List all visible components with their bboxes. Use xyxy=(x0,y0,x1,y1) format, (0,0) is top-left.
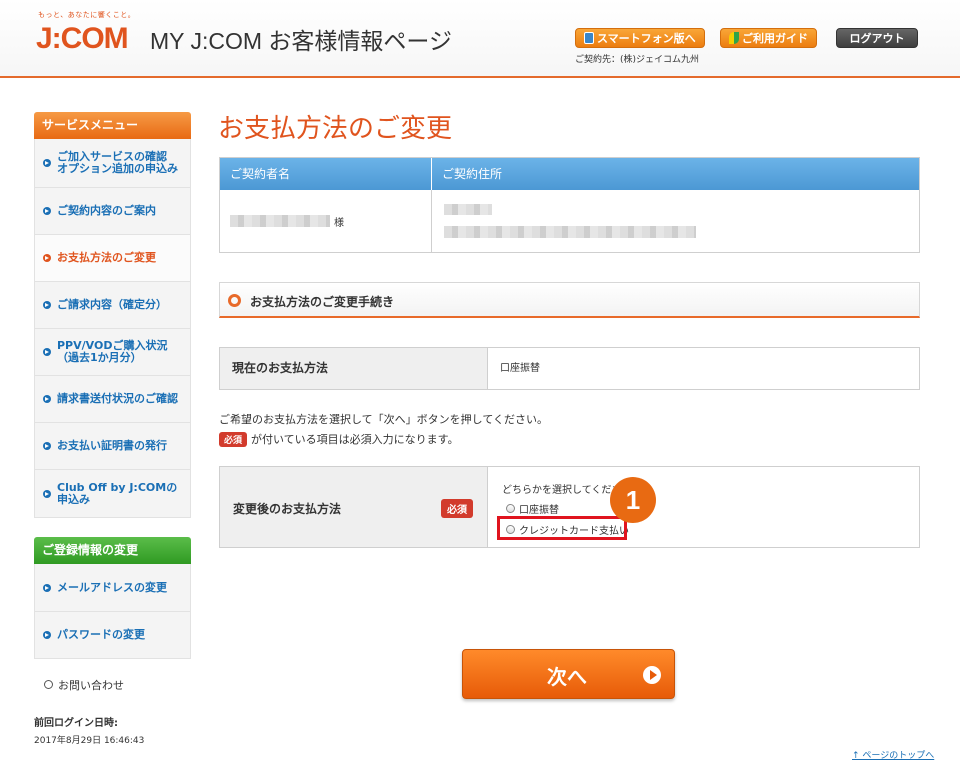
sidebar-item-label: ご請求内容（確定分） xyxy=(57,298,167,311)
radio-button[interactable] xyxy=(506,504,515,513)
redacted-address-line-2 xyxy=(444,226,696,238)
new-method-options: どちらかを選択してください 口座振替 クレジットカード支払い xyxy=(488,467,919,547)
logout-button-label: ログアウト xyxy=(849,32,905,45)
sidebar-item-email-change[interactable]: メールアドレスの変更 xyxy=(34,564,191,612)
sidebar-item-label-2: （過去1か月分） xyxy=(57,351,142,364)
new-method-table: 変更後のお支払方法 必須 どちらかを選択してください 口座振替 クレジットカード… xyxy=(219,466,920,548)
sidebar-item-label: Club Off by J:COMの xyxy=(57,480,178,494)
guide-button-label: ご利用ガイド xyxy=(742,32,808,45)
new-method-label-cell: 変更後のお支払方法 必須 xyxy=(220,467,488,547)
contract-provider-note: ご契約先：(株)ジェイコム九州 xyxy=(575,55,700,65)
site-title: MY J:COM お客様情報ページ xyxy=(150,28,452,54)
last-login-value: 2017年8月29日 16:46:43 xyxy=(34,736,145,746)
smartphone-button-label: スマートフォン版へ xyxy=(597,32,696,45)
sidebar-item-label-2: オプション追加の申込み xyxy=(57,162,178,175)
redacted-name xyxy=(230,215,330,227)
sidebar-item-label: お支払方法のご変更 xyxy=(57,251,156,264)
usage-guide-button[interactable]: ご利用ガイド xyxy=(720,28,817,48)
current-method-table: 現在のお支払方法 口座振替 xyxy=(219,347,920,390)
contract-name-header: ご契約者名 xyxy=(220,158,432,190)
next-button[interactable]: 次へ xyxy=(462,649,675,699)
registration-menu-heading: ご登録情報の変更 xyxy=(34,537,191,564)
new-method-label: 変更後のお支払方法 xyxy=(233,502,342,516)
contract-info-table: ご契約者名 ご契約住所 様 xyxy=(219,157,920,253)
name-suffix: 様 xyxy=(334,218,344,229)
sidebar: サービスメニュー ご加入サービスの確認 オプション追加の申込み ご契約内容のご案内… xyxy=(34,112,191,659)
contract-name-cell: 様 xyxy=(220,190,432,252)
smartphone-version-button[interactable]: スマートフォン版へ xyxy=(575,28,705,48)
sidebar-item-payment-certificate[interactable]: お支払い証明書の発行 xyxy=(34,423,191,470)
sidebar-item-label: お支払い証明書の発行 xyxy=(57,439,167,452)
sidebar-item-club-off[interactable]: Club Off by J:COMの 申込み xyxy=(34,470,191,518)
radio-label: 口座振替 xyxy=(519,505,559,516)
section-heading: お支払方法のご変更手続き xyxy=(250,295,395,309)
play-arrow-icon xyxy=(643,666,661,684)
required-badge: 必須 xyxy=(441,499,473,518)
redacted-address-line-1 xyxy=(444,204,492,215)
sidebar-item-contract-details[interactable]: ご契約内容のご案内 xyxy=(34,188,191,235)
contract-table-header: ご契約者名 ご契約住所 xyxy=(220,158,919,190)
step-number-badge: 1 xyxy=(610,477,656,523)
sidebar-item-invoice-delivery-status[interactable]: 請求書送付状況のご確認 xyxy=(34,376,191,423)
required-badge: 必須 xyxy=(219,432,248,447)
section-heading-bar: お支払方法のご変更手続き xyxy=(219,282,920,318)
radio-bank-transfer[interactable]: 口座振替 xyxy=(506,501,559,516)
jcom-logo[interactable]: J:COM xyxy=(36,22,129,56)
last-login-label: 前回ログイン日時: xyxy=(34,718,118,729)
contract-address-cell xyxy=(432,190,919,252)
service-menu-heading: サービスメニュー xyxy=(34,112,191,139)
sidebar-item-ppv-vod-purchases[interactable]: PPV/VODご購入状況 （過去1か月分） xyxy=(34,329,191,376)
sidebar-item-label: パスワードの変更 xyxy=(57,628,145,641)
current-method-value: 口座振替 xyxy=(500,363,540,374)
page-title: お支払方法のご変更 xyxy=(218,113,453,143)
next-button-label: 次へ xyxy=(547,665,587,689)
smartphone-icon xyxy=(584,32,594,44)
header-divider xyxy=(0,76,960,78)
sidebar-item-label-2: 申込み xyxy=(57,492,90,506)
logout-button[interactable]: ログアウト xyxy=(836,28,918,48)
sidebar-item-label: 請求書送付状況のご確認 xyxy=(57,392,178,405)
sidebar-item-password-change[interactable]: パスワードの変更 xyxy=(34,612,191,659)
sidebar-item-label: メールアドレスの変更 xyxy=(57,580,167,594)
highlight-annotation-box xyxy=(497,516,627,540)
contract-address-header: ご契約住所 xyxy=(442,167,503,181)
sidebar-item-subscribed-services[interactable]: ご加入サービスの確認 オプション追加の申込み xyxy=(34,139,191,188)
contract-table-row: 様 xyxy=(220,190,919,252)
beginner-leaf-icon xyxy=(729,32,739,44)
instruction-text: ご希望のお支払方法を選択して「次へ」ボタンを押してください。 xyxy=(219,413,549,426)
page-top-link[interactable]: ↑ ページのトップへ xyxy=(852,748,934,761)
sidebar-item-payment-method-change[interactable]: お支払方法のご変更 xyxy=(34,235,191,282)
sidebar-item-label: ご契約内容のご案内 xyxy=(57,204,156,217)
inquiry-link[interactable]: お問い合わせ xyxy=(44,677,124,693)
ring-bullet-icon xyxy=(228,294,241,307)
required-note-text: が付いている項目は必須入力になります。 xyxy=(251,433,459,446)
current-method-label: 現在のお支払方法 xyxy=(220,348,488,389)
logo-tagline: もっと、あなたに響くこと。 xyxy=(38,11,136,19)
sidebar-item-billing-details[interactable]: ご請求内容（確定分） xyxy=(34,282,191,329)
required-note: 必須 が付いている項目は必須入力になります。 xyxy=(219,431,459,447)
